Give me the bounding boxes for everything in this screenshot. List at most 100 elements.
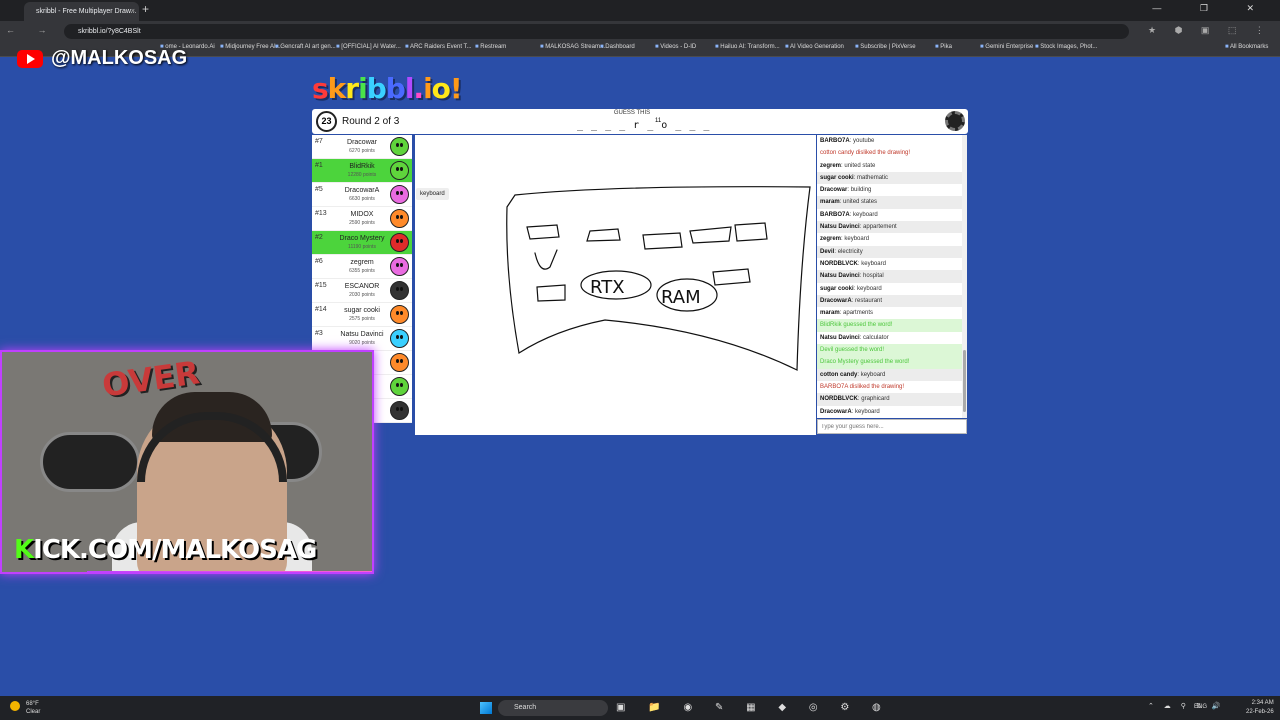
round-indicator: Round 2 of 3 [342, 116, 400, 127]
chat-message: Natsu Davinci: appartement [817, 221, 967, 234]
sun-icon [10, 701, 20, 711]
player-row[interactable]: #5 DracowarA 6630 points [312, 183, 412, 207]
bookmark-item[interactable]: Gemini Enterprise [980, 44, 1033, 50]
chat-message: zegrem: keyboard [817, 233, 967, 245]
logo-letter: . [413, 72, 424, 105]
chat-message: Natsu Davinci: calculator [817, 332, 967, 344]
chat-text: graphicard [861, 396, 890, 403]
chat-text: cotton candy disliked the drawing! [820, 150, 911, 157]
webcam-overlay: OVER KICK.COM/MALKOSAG [0, 350, 374, 574]
game-header: 23 Round 2 of 3 GUESS THIS _ _ _ _ r _ o… [312, 109, 968, 134]
chat-message: sugar cooki: mathematic [817, 171, 967, 185]
bookmark-item[interactable]: Midjourney Free AI... [220, 44, 280, 50]
chat-message: sugar cooki: keyboard [817, 283, 967, 295]
bookmark-item[interactable]: Dashboard [600, 44, 634, 50]
logo-letter: s [312, 72, 329, 105]
chat-message: Devil guessed the word! [817, 344, 967, 357]
player-avatar-icon [390, 401, 409, 420]
bookmark-item[interactable]: Stock Images, Phot... [1035, 44, 1097, 50]
player-row[interactable]: #1 BlidRkik 12280 points [312, 159, 412, 183]
bookmark-item[interactable]: AI Video Generation [785, 44, 844, 50]
player-avatar-icon [390, 329, 409, 348]
weather-temp: 68°F [26, 701, 39, 707]
chat-user: Natsu Davinci [820, 334, 860, 341]
url-input[interactable]: skribbl.io/?y8C4BSlt [64, 24, 1129, 39]
chat-user: maram [820, 199, 840, 206]
player-rank: #13 [315, 210, 327, 217]
chat-scrollbar[interactable] [962, 135, 967, 418]
system-tray-icons[interactable]: ⌃ ☁ ⚲ ⇅ 🔊 [1148, 702, 1224, 710]
player-name: Natsu Davinci [340, 331, 384, 338]
new-tab-button[interactable]: + [142, 2, 149, 16]
player-row[interactable]: #15 ESCANOR 2030 points [312, 279, 412, 303]
player-row[interactable]: #13 MIDOX 2590 points [312, 207, 412, 231]
bookmark-item[interactable]: Restream [475, 44, 506, 50]
player-row[interactable]: #2 Draco Mystery 11190 points [312, 231, 412, 255]
taskbar-search[interactable]: Search [498, 700, 608, 716]
player-points: 6270 points [349, 148, 375, 154]
bookmark-item[interactable]: Videos - D-ID [655, 44, 696, 50]
window-controls[interactable]: — ❐ ✕ [1152, 3, 1272, 14]
chat-text: Devil guessed the word! [820, 347, 885, 354]
chat-text: keyboard [853, 211, 878, 218]
player-row[interactable]: #14 sugar cooki 2575 points [312, 303, 412, 327]
chat-user: zegrem [820, 236, 842, 243]
gamepad-icon [40, 432, 140, 492]
bookmark-item[interactable]: Gencraft AI art gen... [275, 44, 335, 50]
bookmark-item[interactable]: ARC Raiders Event T... [405, 44, 472, 50]
chat-user: DracowarA [820, 297, 852, 304]
player-points: 6355 points [349, 268, 375, 274]
chat-user: sugar cooki [820, 285, 854, 292]
chat-message: Dracowar: building [817, 184, 967, 196]
player-name: zegrem [350, 259, 374, 266]
bookmark-item[interactable]: MALKOSAG Stream... [540, 44, 605, 50]
browser-tab[interactable]: skribbl - Free Multiplayer Draw... × [24, 2, 139, 21]
player-name: BlidRkik [349, 163, 375, 170]
start-button[interactable] [480, 702, 492, 714]
bookmark-item[interactable]: [OFFICIAL] AI Water... [336, 44, 400, 50]
weather-widget[interactable]: 68°F Clear [10, 700, 40, 716]
player-points: 6630 points [349, 196, 375, 202]
logo-letter: i [358, 72, 368, 105]
taskbar-clock[interactable]: 2:34 AM 22-Feb-26 [1246, 699, 1274, 717]
clock-date: 22-Feb-26 [1246, 709, 1274, 715]
player-points: 11190 points [348, 244, 376, 250]
chat-message: maram: apartments [817, 307, 967, 319]
player-row[interactable]: #3 Natsu Davinci 9020 points [312, 327, 412, 351]
settings-gear-icon[interactable] [945, 111, 965, 131]
drawing-canvas[interactable]: RTX RAM [415, 135, 816, 435]
player-name: Dracowar [347, 139, 377, 146]
extension-icons[interactable]: ★ ⬢ ▣ ⬚ ⋮ [1148, 25, 1272, 36]
chat-text: keyboard [844, 236, 870, 243]
chat-user: BARBO7A [820, 211, 850, 218]
bookmark-item[interactable]: Pika [935, 44, 952, 50]
youtube-handle: @MALKOSAG [51, 47, 188, 69]
key-shape [642, 232, 683, 250]
bookmark-item[interactable]: All Bookmarks [1225, 44, 1268, 50]
logo-letter: b [366, 72, 387, 105]
drawing-text-ram: RAM [661, 287, 701, 308]
chat-message: DracowarA: keyboard [817, 406, 967, 418]
tab-title: skribbl - Free Multiplayer Draw... [36, 8, 137, 15]
chat-message: Devil: electricity [817, 245, 967, 258]
guess-label: GUESS THIS [613, 110, 651, 116]
player-row[interactable]: #7 Dracowar 6270 points [312, 135, 412, 159]
taskbar-app-icons[interactable]: ▣ 📁 ◉ ✎ ▦ ◆ ◎ ⚙ ◍ [616, 702, 891, 713]
player-row[interactable]: #6 zegrem 6355 points [312, 255, 412, 279]
chat-user: NORDBLVCK [820, 260, 858, 267]
player-rank: #7 [315, 138, 323, 145]
word-hint: _ _ _ _ r _ o _ _ _ [577, 120, 711, 131]
chat-message: cotton candy: keyboard [817, 368, 967, 381]
chat-user: BARBO7A [820, 138, 850, 144]
guess-input[interactable] [817, 419, 967, 434]
bookmark-item[interactable]: Subscribe | PixVerse [855, 44, 915, 50]
player-points: 2590 points [349, 220, 375, 226]
close-tab-icon[interactable]: × [131, 2, 135, 21]
chat-text: BlidRkik guessed the word! [820, 322, 893, 329]
chat-message: cotton candy disliked the drawing! [817, 147, 967, 160]
chat-text: united state [844, 162, 876, 169]
language-indicator[interactable]: ENG [1194, 704, 1207, 710]
player-rank: #15 [315, 282, 327, 289]
logo-letter: k [327, 72, 347, 105]
bookmark-item[interactable]: Hailuo AI: Transform... [715, 44, 779, 50]
